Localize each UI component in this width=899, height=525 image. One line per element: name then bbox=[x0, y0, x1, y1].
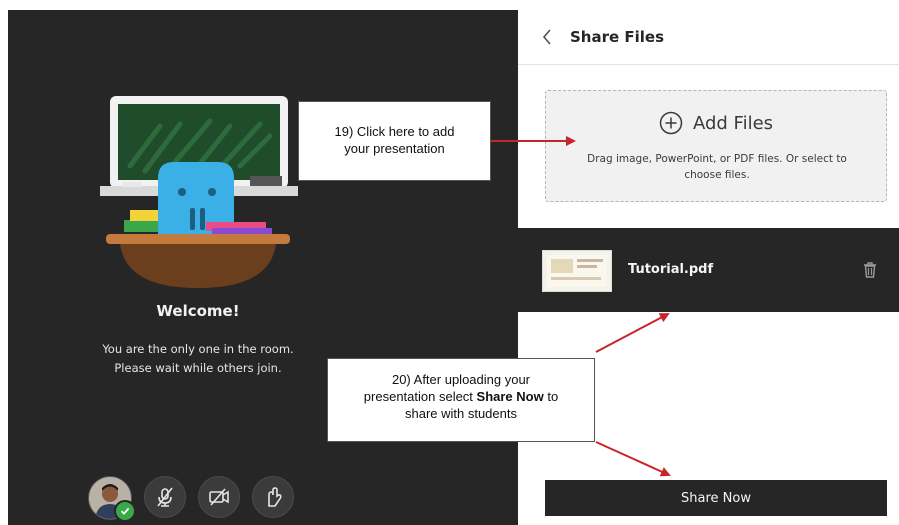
classroom-illustration bbox=[100, 96, 298, 288]
share-now-button[interactable]: Share Now bbox=[545, 480, 887, 516]
raise-hand-icon[interactable] bbox=[252, 476, 294, 518]
share-files-panel: Share Files Add Files Drag image, PowerP… bbox=[518, 10, 899, 525]
welcome-line-1: You are the only one in the room. bbox=[102, 342, 294, 356]
trash-icon[interactable] bbox=[862, 261, 878, 279]
add-files-row: Add Files bbox=[546, 111, 886, 135]
add-files-label: Add Files bbox=[692, 112, 774, 134]
drop-hint-line-1: Drag image, PowerPoint, or PDF files. Or… bbox=[587, 153, 847, 165]
add-files-dropzone[interactable]: Add Files Drag image, PowerPoint, or PDF… bbox=[545, 90, 887, 202]
annotation-step-19: 19) Click here to add your presentation bbox=[298, 101, 491, 181]
drop-hint: Drag image, PowerPoint, or PDF files. Or… bbox=[570, 151, 864, 183]
annotation-step-19-line-2: your presentation bbox=[344, 141, 445, 156]
status-check-icon bbox=[114, 500, 136, 522]
annotation-step-20-line-2a: presentation select bbox=[363, 389, 477, 404]
annotation-step-19-line-1: 19) Click here to add bbox=[334, 124, 455, 139]
file-thumbnail bbox=[542, 250, 612, 292]
annotation-step-20-line-2: presentation select Share Now to bbox=[328, 388, 594, 405]
annotation-step-20-line-3: share with students bbox=[404, 406, 517, 421]
panel-header: Share Files bbox=[518, 10, 899, 65]
drop-hint-line-2: choose files. bbox=[684, 169, 750, 181]
uploaded-file-row[interactable]: Tutorial.pdf bbox=[518, 228, 899, 312]
camera-off-icon[interactable] bbox=[198, 476, 240, 518]
annotation-step-20-line-1: 20) After uploading your bbox=[391, 372, 531, 387]
welcome-title: Welcome! bbox=[156, 302, 240, 320]
panel-title: Share Files bbox=[570, 28, 665, 46]
file-name: Tutorial.pdf bbox=[628, 262, 714, 277]
user-avatar[interactable] bbox=[88, 476, 136, 522]
annotation-step-20-line-2c: to bbox=[543, 389, 559, 404]
main-stage: Welcome! You are the only one in the roo… bbox=[8, 10, 518, 525]
annotation-step-20: 20) After uploading your presentation se… bbox=[327, 358, 595, 442]
microphone-muted-icon[interactable] bbox=[144, 476, 186, 518]
add-circle-icon bbox=[659, 111, 683, 135]
annotation-step-20-emphasis: Share Now bbox=[476, 389, 544, 404]
back-chevron-icon[interactable] bbox=[540, 27, 554, 47]
top-strip bbox=[0, 0, 899, 10]
